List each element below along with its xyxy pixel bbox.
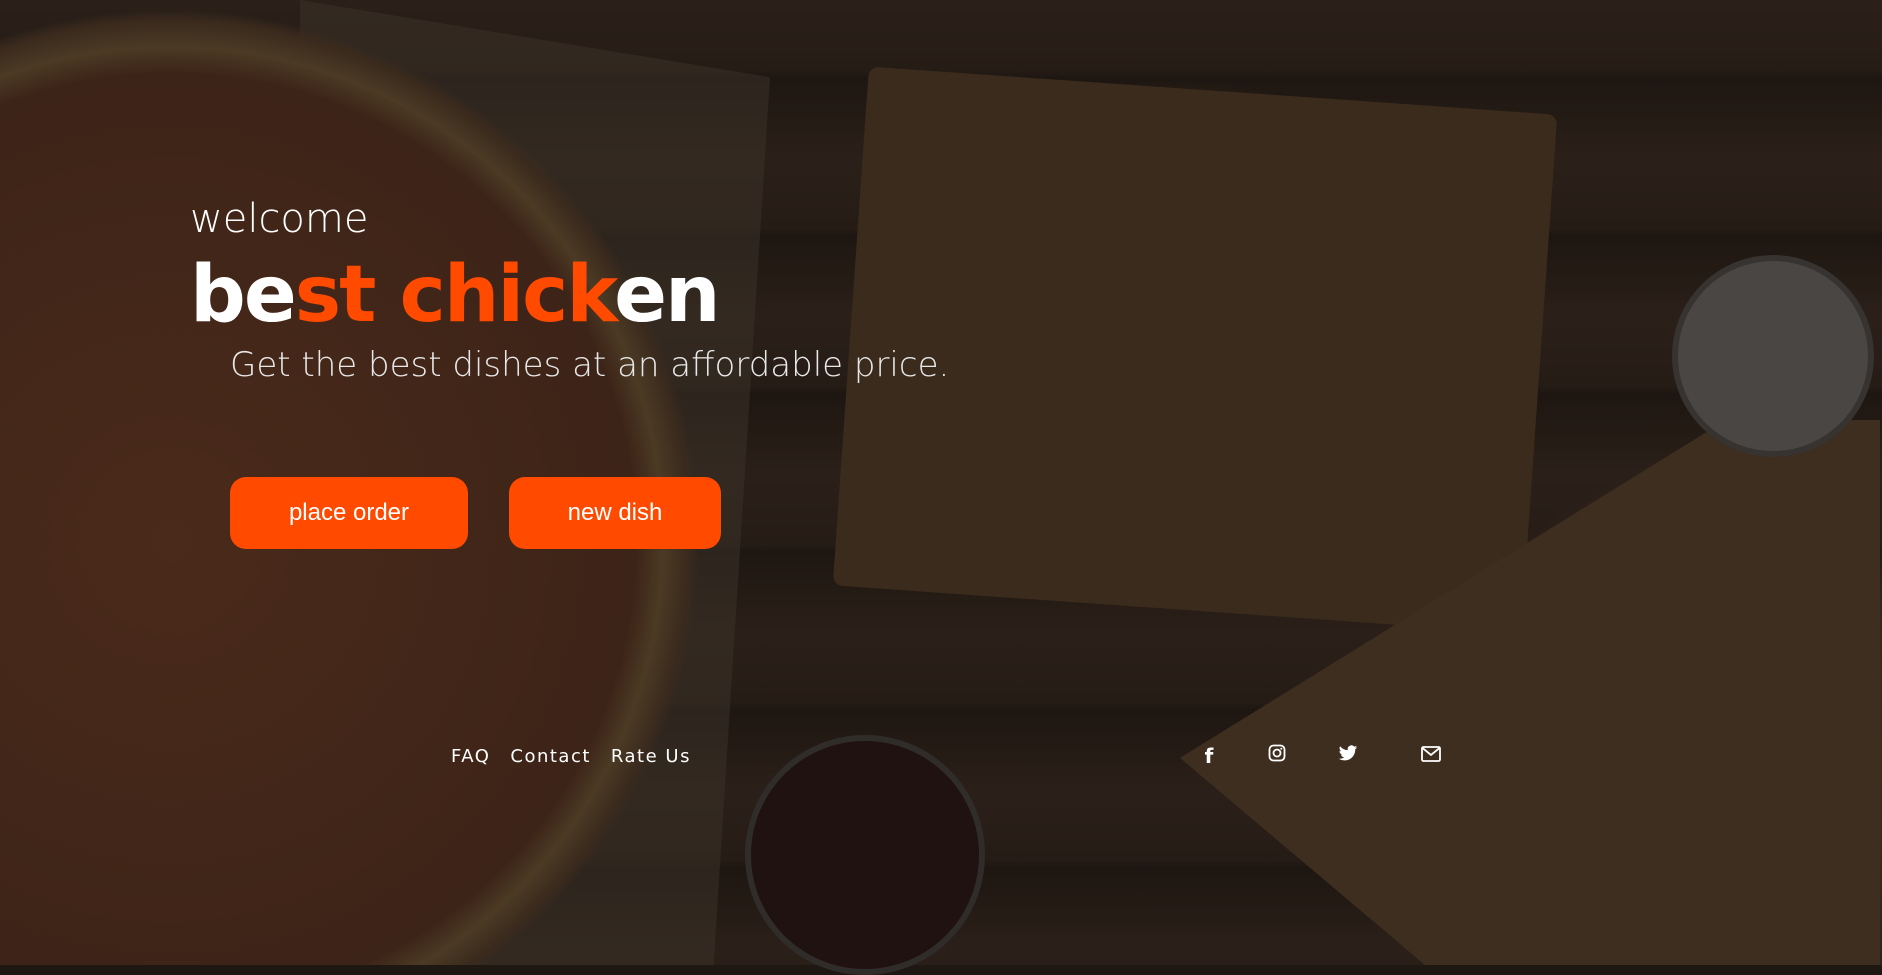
mail-icon[interactable] bbox=[1419, 744, 1443, 768]
footer-links: FAQ Contact Rate Us bbox=[451, 746, 691, 767]
dip-cup-image bbox=[1672, 255, 1874, 457]
contact-link[interactable]: Contact bbox=[510, 746, 591, 767]
twitter-icon[interactable] bbox=[1336, 744, 1360, 768]
title-part-white: be bbox=[190, 250, 297, 340]
ketchup-cup-image bbox=[745, 735, 985, 975]
new-dish-button[interactable]: new dish bbox=[509, 477, 721, 549]
place-order-button[interactable]: place order bbox=[230, 477, 468, 549]
hero-subtitle: Get the best dishes at an affordable pri… bbox=[230, 345, 950, 385]
welcome-text: welcome bbox=[190, 196, 369, 242]
faq-link[interactable]: FAQ bbox=[451, 746, 490, 767]
hero-title: best chicken bbox=[190, 250, 721, 340]
facebook-icon[interactable]: f bbox=[1197, 744, 1221, 768]
title-part-white: en bbox=[614, 250, 720, 340]
instagram-icon[interactable] bbox=[1265, 744, 1289, 768]
rate-us-link[interactable]: Rate Us bbox=[611, 746, 691, 767]
title-part-accent: st chick bbox=[294, 250, 616, 340]
